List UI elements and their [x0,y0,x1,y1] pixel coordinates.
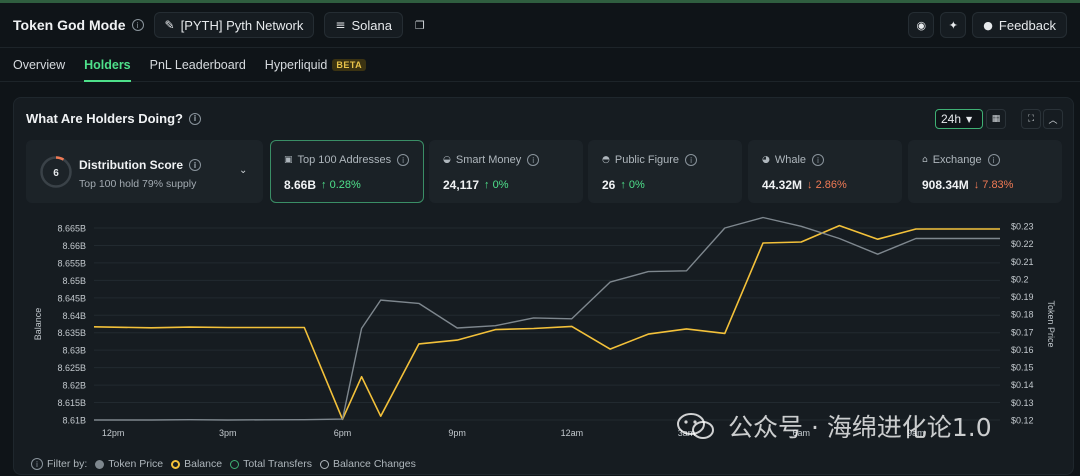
legend-label: Balance Changes [333,458,416,470]
legend-dot [230,460,239,469]
filter-label: Filter by: [47,458,87,470]
watermark-text: 公众号 · 海绵进化论1.0 [728,408,992,444]
y2-tick-label: $0.15 [1011,363,1034,373]
chart-legend: i Filter by: Token Price Balance Total Tra… [31,458,424,470]
feedback-label: Feedback [999,18,1056,33]
y2-tick-label: $0.12 [1011,416,1034,426]
tab-label: Holders [84,58,131,72]
y-tick-label: 8.64B [62,311,86,321]
legend-label: Total Transfers [243,458,312,470]
y2-tick-label: $0.22 [1011,239,1034,249]
chain-selector[interactable]: ≡ Solana [324,12,403,38]
info-icon[interactable]: i [31,458,43,470]
token-selector[interactable]: ✎ [PYTH] Pyth Network [154,12,315,38]
pencil-icon: ✎ [165,18,175,32]
x-tick-label: 6pm [334,428,352,438]
y-tick-label: 8.625B [57,363,86,373]
y2-tick-label: $0.16 [1011,345,1034,355]
x-tick-label: 12pm [102,428,125,438]
tab-label: Overview [13,58,65,72]
y-axis-label: Balance [33,308,43,341]
legend-label: Token Price [108,458,163,470]
beta-badge: BETA [332,59,366,71]
copy-icon[interactable]: ❐ [415,19,425,32]
y-tick-label: 8.615B [57,398,86,408]
y2-tick-label: $0.14 [1011,380,1034,390]
page-title: Token God Mode [13,17,126,33]
y-tick-label: 8.62B [62,381,86,391]
y-tick-label: 8.66B [62,241,86,251]
y2-tick-label: $0.19 [1011,292,1034,302]
tab-hyperliquid[interactable]: Hyperliquid BETA [265,48,366,82]
legend-dot [95,460,104,469]
y2-tick-label: $0.21 [1011,257,1034,267]
pin-button[interactable]: ✦ [940,12,966,38]
eye-icon: ◉ [916,19,926,32]
series-line-balance [94,226,1000,420]
y2-tick-label: $0.17 [1011,327,1034,337]
legend-dot [171,460,180,469]
y-tick-label: 8.65B [62,276,86,286]
legend-label: Balance [184,458,222,470]
chat-icon: ● [983,19,993,32]
y2-tick-label: $0.18 [1011,310,1034,320]
y-tick-label: 8.635B [57,328,86,338]
chain-selector-label: Solana [351,18,391,33]
tab-overview[interactable]: Overview [13,48,65,82]
y2-tick-label: $0.2 [1011,274,1029,284]
token-selector-label: [PYTH] Pyth Network [181,18,304,33]
chain-icon: ≡ [335,18,345,32]
app-header: Token God Mode i ✎ [PYTH] Pyth Network ≡… [0,3,1080,48]
tab-holders[interactable]: Holders [84,48,131,82]
y2-tick-label: $0.13 [1011,398,1034,408]
series-line-token-price [94,218,1000,421]
tab-label: Hyperliquid [265,58,328,72]
wechat-logo-icon [676,411,716,441]
x-tick-label: 12am [561,428,584,438]
y-tick-label: 8.645B [57,293,86,303]
header-actions: ◉ ✦ ● Feedback [902,12,1067,38]
feedback-button[interactable]: ● Feedback [972,12,1067,38]
legend-item-balance-changes[interactable]: Balance Changes [320,458,416,470]
y-tick-label: 8.61B [62,416,86,426]
pin-icon: ✦ [949,19,958,32]
y-tick-label: 8.655B [57,258,86,268]
x-tick-label: 3pm [219,428,237,438]
tab-label: PnL Leaderboard [150,58,246,72]
tab-bar: Overview Holders PnL Leaderboard Hyperli… [0,48,1080,82]
y-tick-label: 8.63B [62,346,86,356]
legend-dot [320,460,329,469]
y-tick-label: 8.665B [57,224,86,234]
watch-button[interactable]: ◉ [908,12,934,38]
x-tick-label: 9pm [448,428,466,438]
y2-tick-label: $0.23 [1011,222,1034,232]
legend-item-balance[interactable]: Balance [171,458,222,470]
info-icon[interactable]: i [132,19,144,31]
tab-pnl-leaderboard[interactable]: PnL Leaderboard [150,48,246,82]
watermark: 公众号 · 海绵进化论1.0 [676,408,992,444]
legend-item-total-transfers[interactable]: Total Transfers [230,458,312,470]
legend-item-token-price[interactable]: Token Price [95,458,163,470]
y2-axis-label: Token Price [1046,300,1056,347]
